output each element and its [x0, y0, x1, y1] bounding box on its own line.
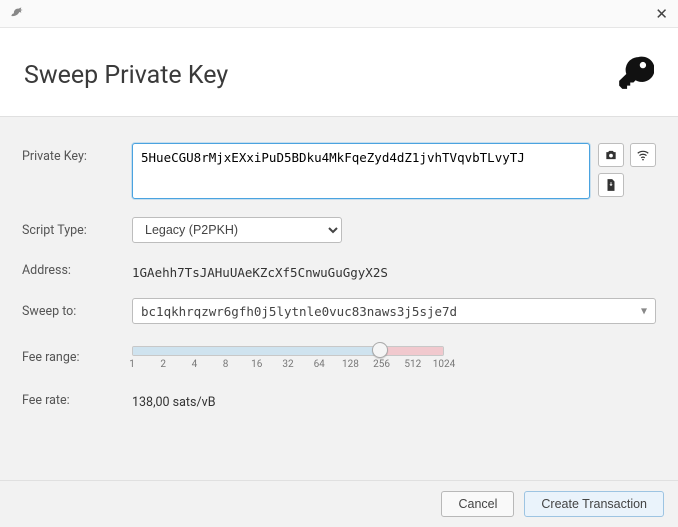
script-type-select[interactable]: Legacy (P2PKH)	[132, 217, 342, 243]
fee-tick: 8	[223, 359, 229, 370]
sweep-to-label: Sweep to:	[22, 304, 122, 319]
fee-rate-label: Fee rate:	[22, 393, 122, 408]
fee-tick: 4	[192, 359, 198, 370]
create-transaction-button[interactable]: Create Transaction	[524, 491, 664, 517]
fee-range-track	[132, 346, 444, 356]
fee-tick: 1024	[433, 359, 455, 370]
wifi-icon	[636, 148, 650, 162]
fee-tick: 1	[129, 359, 135, 370]
fee-range-label: Fee range:	[22, 350, 122, 365]
import-file-icon	[604, 178, 618, 192]
address-value: 1GAehh7TsJAHuUAeKZcXf5CnwuGuGgyX2S	[132, 261, 656, 280]
camera-button[interactable]	[598, 143, 624, 167]
import-file-button[interactable]	[598, 173, 624, 197]
page-title: Sweep Private Key	[24, 61, 228, 90]
sweep-to-select[interactable]: bc1qkhrqzwr6gfh0j5lytnle0vuc83naws3j5sje…	[132, 298, 656, 324]
camera-icon	[604, 148, 618, 162]
fee-tick: 16	[251, 359, 262, 370]
address-label: Address:	[22, 263, 122, 278]
fee-tick: 32	[282, 359, 293, 370]
form-body: Private Key: Script Type: Legacy (P2PKH)	[0, 116, 678, 480]
private-key-label: Private Key:	[22, 143, 122, 164]
fee-range-ticks: 12481632641282565121024	[132, 359, 444, 373]
titlebar: ✕	[0, 0, 678, 28]
chevron-down-icon: ▼	[641, 306, 647, 317]
fee-tick: 2	[160, 359, 166, 370]
key-icon	[616, 54, 654, 96]
fee-tick: 256	[373, 359, 390, 370]
wifi-button[interactable]	[630, 143, 656, 167]
fee-tick: 128	[342, 359, 359, 370]
close-icon[interactable]: ✕	[655, 5, 668, 23]
script-type-label: Script Type:	[22, 223, 122, 238]
dialog-footer: Cancel Create Transaction	[0, 480, 678, 527]
private-key-input[interactable]	[132, 143, 590, 199]
fee-tick: 64	[314, 359, 325, 370]
sweep-to-value: bc1qkhrqzwr6gfh0j5lytnle0vuc83naws3j5sje…	[141, 304, 457, 319]
fee-tick: 512	[404, 359, 421, 370]
cancel-button[interactable]: Cancel	[441, 491, 514, 517]
dialog-header: Sweep Private Key	[0, 28, 678, 116]
fee-range-slider[interactable]	[372, 342, 388, 358]
bird-icon	[10, 4, 26, 24]
fee-rate-value: 138,00 sats/vB	[132, 391, 656, 410]
